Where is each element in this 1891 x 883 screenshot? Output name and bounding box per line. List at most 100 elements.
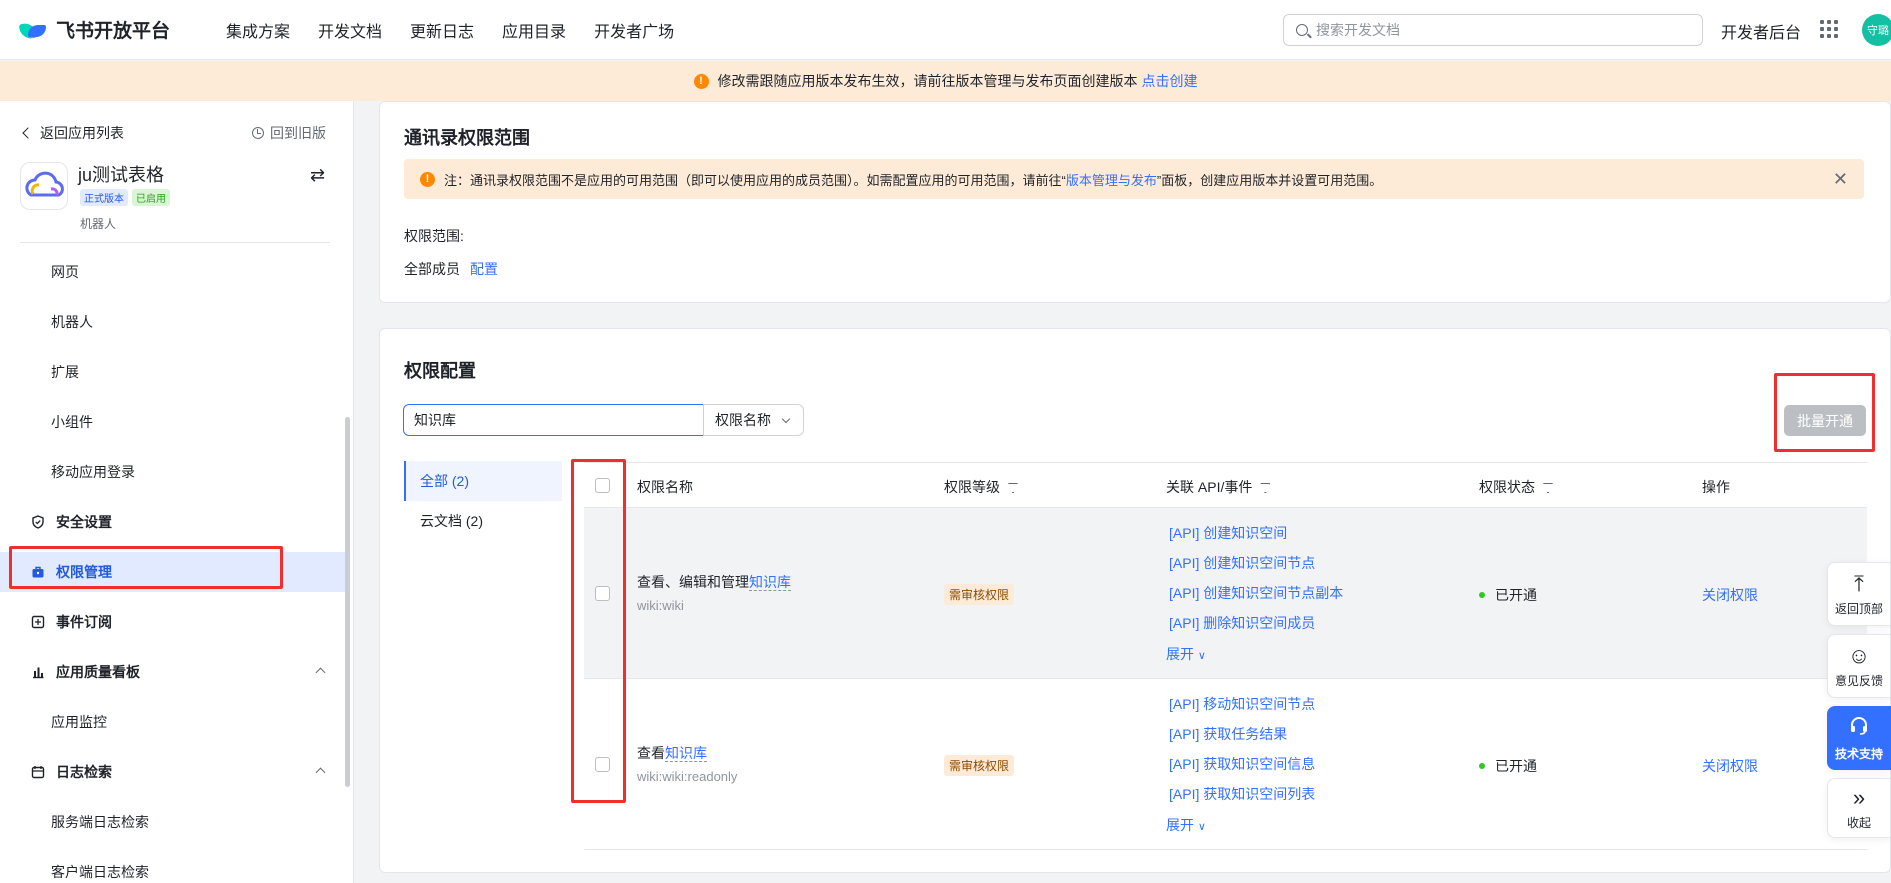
api-link[interactable]: [API] 创建知识空间节点副本 (1169, 583, 1343, 603)
headset-icon (1848, 714, 1870, 741)
switch-app-icon[interactable]: ⇄ (310, 165, 325, 186)
shield-icon (30, 514, 46, 530)
nav-developer-square[interactable]: 开发者广场 (594, 18, 674, 42)
close-icon[interactable]: ✕ (1833, 169, 1848, 190)
sidebar-item-permission[interactable]: 权限管理 (0, 552, 346, 592)
collapse-tools-button[interactable]: » 收起 (1827, 778, 1891, 838)
permission-name-link[interactable]: 知识库 (665, 745, 707, 762)
search-icon (1296, 24, 1308, 36)
permission-table-header: 权限名称 权限等级 关联 API/事件 权限状态 操作 (584, 462, 1867, 508)
sidebar-item-web[interactable]: 网页 (0, 252, 346, 292)
col-label: 权限等级 (944, 479, 1000, 495)
feedback-label: 意见反馈 (1834, 673, 1883, 688)
row-checkbox[interactable] (595, 586, 610, 601)
configure-scope-link[interactable]: 配置 (470, 261, 498, 277)
expand-apis-link[interactable]: 展开 ∨ (1166, 815, 1206, 835)
batch-enable-button[interactable]: 批量开通 (1784, 405, 1866, 436)
nav-changelog[interactable]: 更新日志 (410, 18, 474, 42)
col-label: 关联 API/事件 (1166, 479, 1253, 495)
collapse-label: 收起 (1846, 815, 1871, 830)
table-row: 查看知识库 wiki:wiki:readonly 需审核权限 [API] 移动知… (584, 679, 1867, 850)
permission-config-title: 权限配置 (404, 361, 476, 381)
sidebar-item-label: 机器人 (51, 314, 93, 330)
sidebar-item-server-logs[interactable]: 服务端日志检索 (0, 802, 346, 842)
col-actions: 操作 (1702, 479, 1730, 495)
doc-search[interactable] (1283, 14, 1703, 46)
permission-code: wiki:wiki:readonly (637, 769, 738, 784)
permission-level-badge: 需审核权限 (944, 755, 1015, 776)
col-label: 权限状态 (1479, 479, 1535, 495)
back-to-old-version[interactable]: 回到旧版 (252, 123, 326, 143)
api-link[interactable]: [API] 获取知识空间信息 (1169, 754, 1315, 774)
chevron-down-icon (781, 414, 791, 423)
permission-name-link[interactable]: 知识库 (749, 574, 791, 591)
permission-level-badge: 需审核权限 (944, 584, 1015, 605)
sidebar-item-bot[interactable]: 机器人 (0, 302, 346, 342)
sidebar-item-events[interactable]: 事件订阅 (0, 602, 346, 642)
col-related-api[interactable]: 关联 API/事件 (1166, 477, 1271, 497)
tech-support-label: 技术支持 (1834, 747, 1883, 761)
close-permission-link[interactable]: 关闭权限 (1702, 585, 1758, 605)
permission-name-text: 查看、编辑和管理 (637, 574, 749, 590)
hint-prefix: 注：通讯录权限范围不是应用的可用范围（即可以使用应用的成员范围）。如需配置应用的… (444, 172, 1066, 188)
chevron-left-icon (22, 127, 34, 139)
api-link[interactable]: [API] 移动知识空间节点 (1169, 694, 1315, 714)
sidebar-item-widget[interactable]: 小组件 (0, 402, 346, 442)
row-checkbox[interactable] (595, 757, 610, 772)
sidebar-item-label: 事件订阅 (56, 614, 112, 630)
category-all[interactable]: 全部 (2) (404, 461, 562, 501)
create-version-link[interactable]: 点击创建 (1142, 71, 1198, 91)
sidebar-item-extension[interactable]: 扩展 (0, 352, 346, 392)
sidebar-item-log-search[interactable]: 日志检索 (0, 752, 346, 792)
brand-logo[interactable]: 飞书开放平台 (18, 16, 206, 43)
sidebar-scrollbar[interactable] (345, 417, 350, 787)
version-manage-link[interactable]: 版本管理与发布 (1066, 170, 1157, 189)
nav-integration[interactable]: 集成方案 (226, 18, 290, 42)
permission-search-input[interactable] (403, 404, 704, 436)
feishu-logo-icon (18, 19, 48, 41)
developer-console-link[interactable]: 开发者后台 (1721, 19, 1801, 43)
search-field-select[interactable]: 权限名称 (703, 404, 804, 436)
col-permission-level[interactable]: 权限等级 (944, 477, 1018, 497)
expand-apis-link[interactable]: 展开 ∨ (1166, 644, 1206, 664)
back-to-app-list[interactable]: 返回应用列表 (22, 123, 124, 143)
sidebar-item-label: 小组件 (51, 414, 93, 430)
api-link[interactable]: [API] 创建知识空间节点 (1169, 553, 1315, 573)
back-to-top-button[interactable]: ⤒ 返回顶部 (1827, 562, 1891, 626)
app-grid-icon[interactable] (1820, 20, 1838, 38)
chevron-down-icon: ∨ (1197, 650, 1206, 662)
col-permission-name: 权限名称 (637, 479, 693, 495)
col-permission-status[interactable]: 权限状态 (1479, 477, 1553, 497)
release-tag: 正式版本 (80, 189, 128, 206)
table-row: 查看、编辑和管理知识库 wiki:wiki 需审核权限 [API] 创建知识空间… (584, 508, 1867, 679)
chevron-up-icon (315, 767, 326, 778)
close-permission-link[interactable]: 关闭权限 (1702, 756, 1758, 776)
api-link[interactable]: [API] 删除知识空间成员 (1169, 613, 1315, 633)
doc-search-input[interactable] (1316, 22, 1676, 38)
expand-label: 展开 (1166, 817, 1194, 833)
permission-name: 查看知识库 (637, 743, 707, 763)
avatar[interactable]: 守璐 (1862, 14, 1891, 46)
sidebar-item-mobile-login[interactable]: 移动应用登录 (0, 452, 346, 492)
feedback-button[interactable]: ☺ 意见反馈 (1827, 634, 1891, 698)
sidebar-item-quality-board[interactable]: 应用质量看板 (0, 652, 346, 692)
back-label: 返回应用列表 (40, 125, 124, 141)
nav-docs[interactable]: 开发文档 (318, 18, 382, 42)
sidebar-item-label: 应用质量看板 (56, 664, 140, 680)
sidebar-item-label: 日志检索 (56, 764, 112, 780)
category-cloud-docs[interactable]: 云文档 (2) (404, 501, 562, 541)
sidebar-item-security[interactable]: 安全设置 (0, 502, 346, 542)
app-tags: 正式版本 已启用 (80, 189, 170, 206)
select-all-checkbox[interactable] (595, 478, 610, 493)
sidebar-item-app-monitor[interactable]: 应用监控 (0, 702, 346, 742)
filter-icon (1008, 483, 1018, 493)
api-link[interactable]: [API] 创建知识空间 (1169, 523, 1287, 543)
tech-support-button[interactable]: 技术支持 (1827, 706, 1891, 770)
sidebar-item-client-logs[interactable]: 客户端日志检索 (0, 852, 346, 883)
api-link[interactable]: [API] 获取任务结果 (1169, 724, 1287, 744)
nav-app-directory[interactable]: 应用目录 (502, 18, 566, 42)
api-link[interactable]: [API] 获取知识空间列表 (1169, 784, 1315, 804)
select-value: 权限名称 (715, 412, 771, 428)
filter-icon (1543, 483, 1553, 493)
app-name: ju测试表格 (78, 165, 165, 185)
